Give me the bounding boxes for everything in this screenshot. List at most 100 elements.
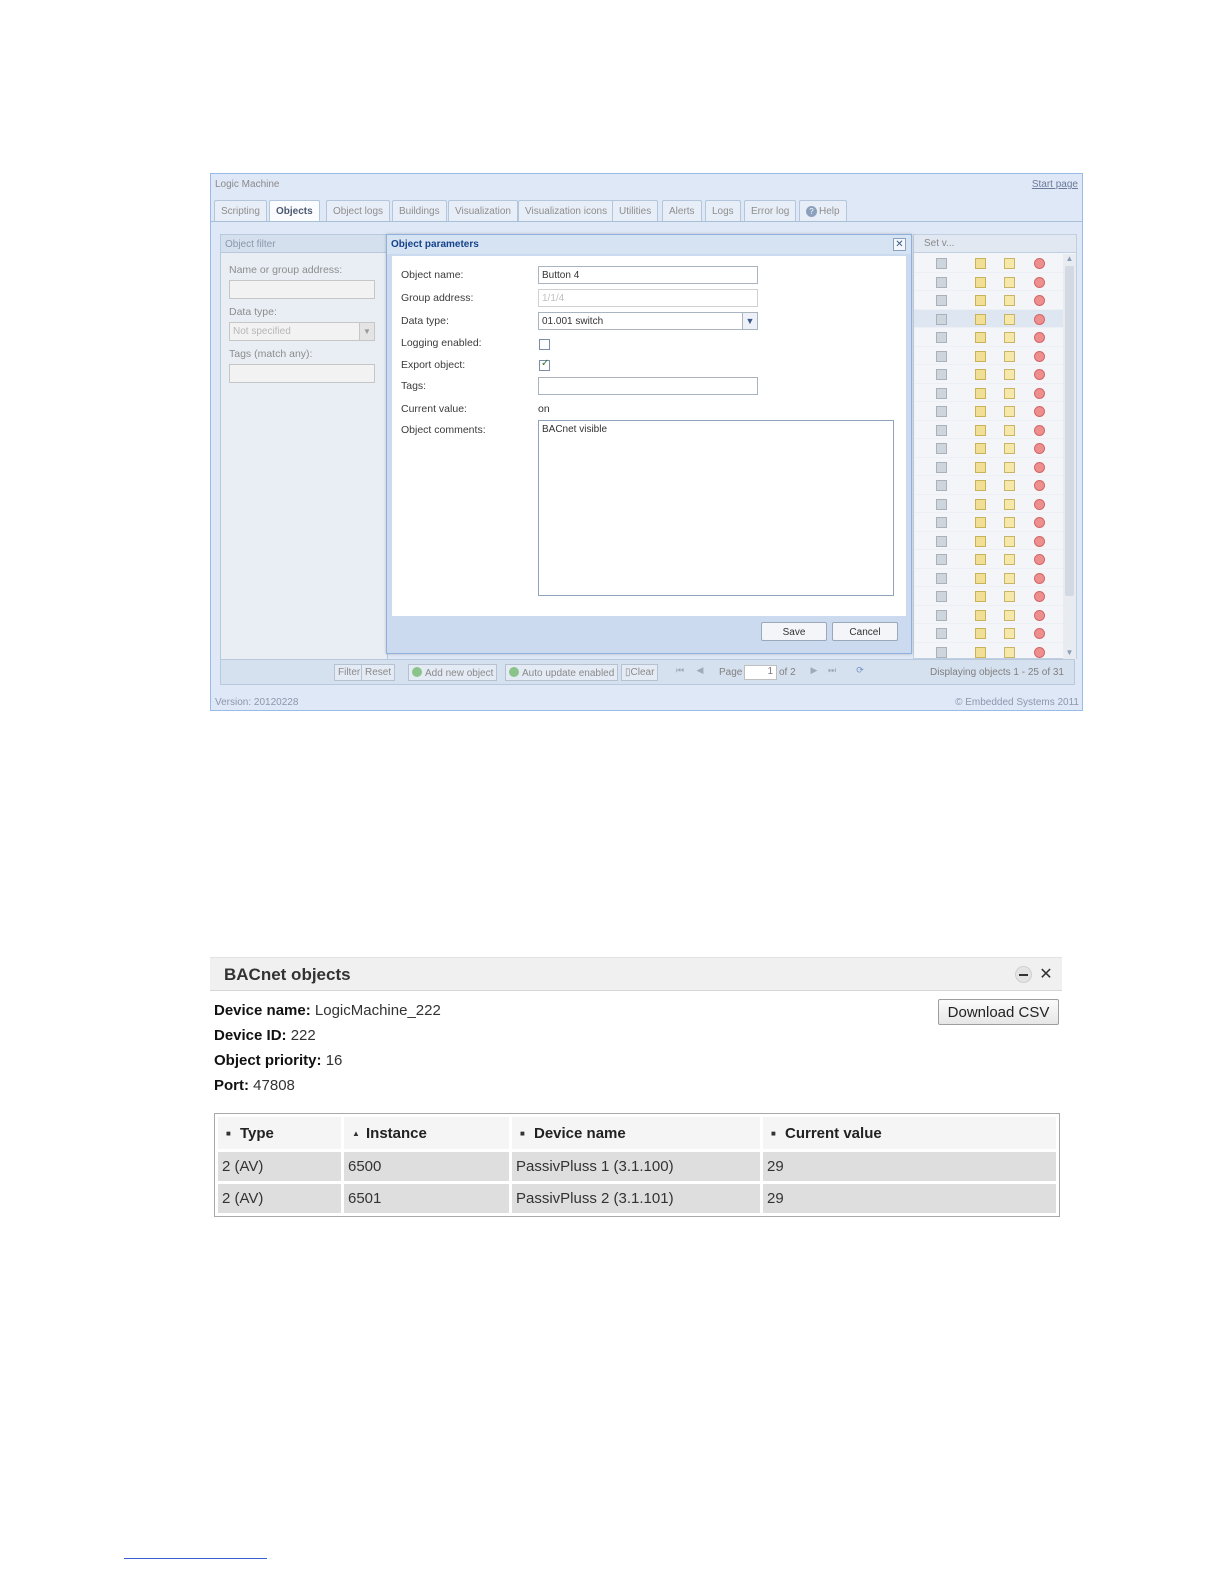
delete-icon[interactable] <box>1034 258 1045 269</box>
edit-icon[interactable] <box>975 313 986 325</box>
copy-icon[interactable] <box>936 424 947 436</box>
edit-icon[interactable] <box>975 498 986 510</box>
notes-icon[interactable] <box>1004 498 1015 510</box>
table-row[interactable] <box>914 624 1063 643</box>
start-page-link[interactable]: Start page <box>1032 179 1078 190</box>
delete-icon[interactable] <box>1034 461 1045 473</box>
edit-icon[interactable] <box>975 369 986 380</box>
copy-icon[interactable] <box>936 387 947 399</box>
notes-icon[interactable] <box>1004 313 1015 325</box>
delete-icon[interactable] <box>1034 609 1045 621</box>
export-object-checkbox[interactable] <box>539 358 550 371</box>
notes-icon[interactable] <box>1004 628 1015 639</box>
notes-icon[interactable] <box>1004 406 1015 417</box>
delete-icon[interactable] <box>1034 332 1045 343</box>
add-object-button[interactable]: Add new object <box>408 664 498 681</box>
table-row[interactable] <box>914 495 1063 513</box>
minimize-icon[interactable] <box>1015 966 1032 983</box>
next-page-icon[interactable]: ▶ <box>807 665 821 680</box>
scroll-thumb[interactable] <box>1065 266 1074 596</box>
notes-icon[interactable] <box>1004 517 1015 528</box>
table-row[interactable] <box>914 439 1063 458</box>
column-header-current-value[interactable]: ■ Current value <box>763 1117 1056 1149</box>
last-page-icon[interactable]: ⏭ <box>825 665 839 680</box>
tab-alerts[interactable]: Alerts <box>662 200 702 221</box>
copy-icon[interactable] <box>936 313 947 325</box>
delete-icon[interactable] <box>1034 498 1045 510</box>
tab-help[interactable]: ? Help <box>799 200 847 221</box>
table-row[interactable] <box>914 291 1063 310</box>
delete-icon[interactable] <box>1034 276 1045 288</box>
copy-icon[interactable] <box>936 332 947 343</box>
delete-icon[interactable] <box>1034 387 1045 399</box>
table-row[interactable] <box>914 458 1063 476</box>
notes-icon[interactable] <box>1004 295 1015 306</box>
edit-icon[interactable] <box>975 258 986 269</box>
table-row[interactable] <box>914 421 1063 439</box>
scroll-up-icon[interactable]: ▲ <box>1063 254 1076 266</box>
delete-icon[interactable] <box>1034 554 1045 565</box>
tab-object-logs[interactable]: Object logs <box>326 200 391 221</box>
copy-icon[interactable] <box>936 276 947 288</box>
grid-scrollbar[interactable]: ▲ ▼ <box>1063 254 1076 660</box>
notes-icon[interactable] <box>1004 554 1015 565</box>
first-page-icon[interactable]: ⏮ <box>673 665 687 680</box>
edit-icon[interactable] <box>975 295 986 306</box>
delete-icon[interactable] <box>1034 369 1045 380</box>
notes-icon[interactable] <box>1004 443 1015 454</box>
copy-icon[interactable] <box>936 609 947 621</box>
notes-icon[interactable] <box>1004 424 1015 436</box>
object-comments-textarea[interactable]: BACnet visible <box>538 420 894 596</box>
copy-icon[interactable] <box>936 480 947 491</box>
copy-icon[interactable] <box>936 628 947 639</box>
delete-icon[interactable] <box>1034 628 1045 639</box>
notes-icon[interactable] <box>1004 572 1015 584</box>
column-header-instance[interactable]: ▲ Instance <box>344 1117 509 1149</box>
delete-icon[interactable] <box>1034 646 1045 658</box>
tab-error-log[interactable]: Error log <box>744 200 797 221</box>
chevron-down-icon[interactable]: ▼ <box>742 313 757 329</box>
table-row[interactable] <box>914 273 1063 291</box>
type-filter-select[interactable]: Not specified ▼ <box>229 322 375 341</box>
clear-button[interactable]: ▯Clear <box>621 664 659 681</box>
edit-icon[interactable] <box>975 406 986 417</box>
table-row[interactable] <box>914 347 1063 365</box>
edit-icon[interactable] <box>975 332 986 343</box>
table-row[interactable] <box>914 513 1063 532</box>
prev-page-icon[interactable]: ◀ <box>693 665 707 680</box>
table-row[interactable] <box>914 532 1063 550</box>
delete-icon[interactable] <box>1034 517 1045 528</box>
name-filter-input[interactable] <box>229 280 375 299</box>
edit-icon[interactable] <box>975 461 986 473</box>
table-row[interactable] <box>914 328 1063 347</box>
delete-icon[interactable] <box>1034 350 1045 362</box>
close-icon[interactable]: ✕ <box>1038 964 1054 983</box>
copy-icon[interactable] <box>936 258 947 269</box>
table-row[interactable] <box>914 606 1063 624</box>
edit-icon[interactable] <box>975 572 986 584</box>
edit-icon[interactable] <box>975 591 986 602</box>
column-header-device-name[interactable]: ■ Device name <box>512 1117 760 1149</box>
tab-scripting[interactable]: Scripting <box>214 200 267 221</box>
edit-icon[interactable] <box>975 276 986 288</box>
cancel-button[interactable]: Cancel <box>832 622 898 641</box>
tags-input[interactable] <box>538 377 758 395</box>
notes-icon[interactable] <box>1004 276 1015 288</box>
delete-icon[interactable] <box>1034 424 1045 436</box>
edit-icon[interactable] <box>975 517 986 528</box>
table-row[interactable] <box>914 587 1063 606</box>
copy-icon[interactable] <box>936 517 947 528</box>
notes-icon[interactable] <box>1004 591 1015 602</box>
tab-buildings[interactable]: Buildings <box>392 200 447 221</box>
copy-icon[interactable] <box>936 535 947 547</box>
notes-icon[interactable] <box>1004 369 1015 380</box>
delete-icon[interactable] <box>1034 572 1045 584</box>
notes-icon[interactable] <box>1004 646 1015 658</box>
page-number-input[interactable]: 1 <box>744 665 777 680</box>
table-row[interactable] <box>914 402 1063 421</box>
save-button[interactable]: Save <box>761 622 827 641</box>
delete-icon[interactable] <box>1034 535 1045 547</box>
table-row[interactable]: 2 (AV) 6501 PassivPluss 2 (3.1.101) 29 <box>218 1184 1056 1213</box>
tab-utilities[interactable]: Utilities <box>612 200 659 221</box>
tab-logs[interactable]: Logs <box>705 200 741 221</box>
